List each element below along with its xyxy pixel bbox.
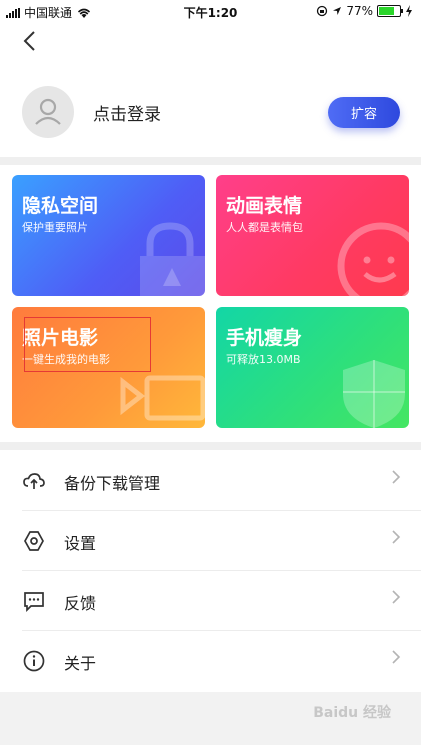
watermark-logo: Baidu 经验: [313, 702, 391, 722]
menu-item-about[interactable]: 关于: [0, 631, 421, 691]
chevron-right-icon: [391, 649, 401, 670]
highlight-box: [24, 317, 151, 372]
animated-emoji-card[interactable]: 动画表情 人人都是表情包: [216, 175, 409, 296]
smiley-icon: [337, 222, 409, 296]
menu-item-settings[interactable]: 设置: [0, 511, 421, 571]
card-title: 手机瘦身: [226, 327, 303, 349]
charging-icon: [406, 5, 412, 17]
card-title: 动画表情: [226, 195, 303, 217]
chevron-left-icon: [23, 31, 35, 51]
shield-icon: [343, 360, 405, 428]
location-icon: [333, 7, 342, 15]
section-divider: [0, 157, 421, 165]
expand-storage-button[interactable]: 扩容: [328, 97, 400, 128]
menu-label: 关于: [64, 654, 97, 673]
phone-cleanup-card[interactable]: 手机瘦身 可释放13.0MB: [216, 307, 409, 428]
menu-item-feedback[interactable]: 反馈: [0, 571, 421, 631]
card-subtitle: 可释放13.0MB: [226, 353, 301, 366]
battery-percent: 77%: [346, 4, 373, 18]
user-icon: [35, 98, 61, 125]
cloud-upload-icon: [23, 473, 45, 489]
login-link[interactable]: 点击登录: [93, 100, 161, 125]
info-icon: [23, 650, 45, 672]
section-divider: [0, 442, 421, 450]
privacy-space-card[interactable]: 隐私空间 保护重要照片: [12, 175, 205, 296]
card-subtitle: 保护重要照片: [22, 221, 88, 234]
menu-label: 设置: [64, 534, 97, 553]
chevron-right-icon: [391, 529, 401, 550]
watermark-text: Baidu 经验: [313, 705, 391, 721]
video-camera-icon: [120, 375, 205, 421]
lock-icon: [140, 222, 205, 296]
chevron-right-icon: [391, 589, 401, 610]
settings-icon: [24, 531, 44, 551]
battery-icon: [377, 5, 403, 17]
back-button[interactable]: [22, 30, 46, 58]
chevron-right-icon: [391, 469, 401, 490]
status-bar: 中国联通 下午1:20 77%: [0, 0, 421, 24]
menu-label: 备份下载管理: [64, 474, 161, 493]
avatar[interactable]: [22, 86, 74, 138]
lock-rotation-icon: [317, 5, 328, 17]
menu-item-backup-download[interactable]: 备份下载管理: [0, 451, 421, 511]
card-subtitle: 人人都是表情包: [226, 221, 303, 234]
feedback-icon: [24, 592, 44, 613]
menu-label: 反馈: [64, 594, 97, 613]
card-title: 隐私空间: [22, 195, 99, 217]
